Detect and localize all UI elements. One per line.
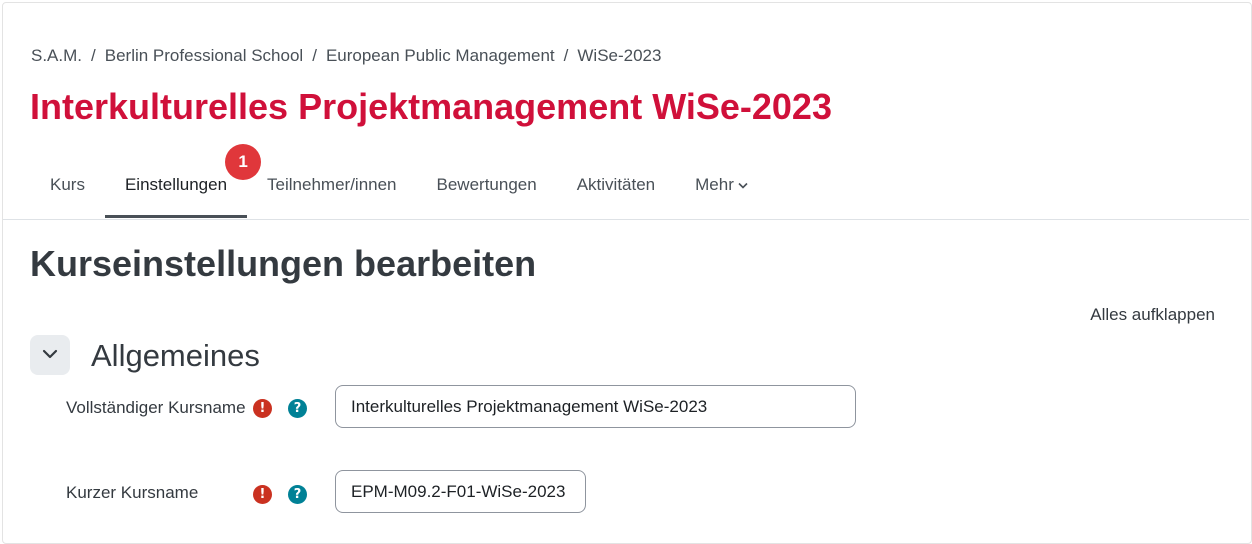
expand-all-link[interactable]: Alles aufklappen: [1090, 305, 1215, 325]
tab-kurs[interactable]: Kurs: [30, 152, 105, 218]
tab-label: Einstellungen: [124, 175, 228, 194]
tab-teilnehmer[interactable]: Teilnehmer/innen: [247, 152, 416, 218]
breadcrumb-separator: /: [563, 46, 569, 65]
tab-mehr[interactable]: Mehr: [675, 152, 768, 218]
page-heading: Kurseinstellungen bearbeiten: [30, 243, 537, 284]
chevron-down-icon: [42, 346, 58, 364]
breadcrumb-item-sam[interactable]: S.A.M.: [31, 46, 82, 65]
breadcrumb-separator: /: [91, 46, 96, 65]
tab-label: Teilnehmer/innen: [267, 175, 397, 194]
required-icon: !: [253, 485, 272, 504]
breadcrumb-item-term[interactable]: WiSe-2023: [577, 46, 661, 65]
breadcrumb: S.A.M. / Berlin Professional School / Europe…: [31, 46, 661, 66]
tab-einstellungen[interactable]: Einstellungen 1: [104, 144, 262, 218]
tab-label: Mehr: [695, 175, 734, 194]
shortname-input[interactable]: [335, 470, 586, 513]
course-title: Interkulturelles Projektmanagement WiSe-…: [30, 86, 832, 127]
field-label: Vollständiger Kursname: [66, 398, 246, 417]
help-icon[interactable]: ?: [288, 485, 307, 504]
tab-label: Aktivitäten: [576, 175, 656, 194]
section-title: Allgemeines: [91, 338, 260, 373]
tab-label: Bewertungen: [436, 175, 537, 194]
tab-label: Kurs: [50, 175, 85, 194]
divider: [3, 219, 1249, 220]
breadcrumb-item-school[interactable]: Berlin Professional School: [105, 46, 303, 65]
secondary-navigation: Kurs Einstellungen 1 Teilnehmer/innen Be…: [30, 144, 768, 219]
breadcrumb-item-program[interactable]: European Public Management: [326, 46, 555, 65]
required-icon: !: [253, 399, 272, 418]
section-toggle-button[interactable]: [30, 335, 70, 375]
fullname-input[interactable]: [335, 385, 856, 428]
tab-bewertungen[interactable]: Bewertungen: [417, 152, 557, 218]
field-label: Kurzer Kursname: [66, 483, 199, 502]
chevron-down-icon: [738, 180, 748, 192]
help-icon[interactable]: ?: [288, 399, 307, 418]
tab-aktivitaeten[interactable]: Aktivitäten: [557, 152, 675, 218]
breadcrumb-separator: /: [312, 46, 317, 65]
